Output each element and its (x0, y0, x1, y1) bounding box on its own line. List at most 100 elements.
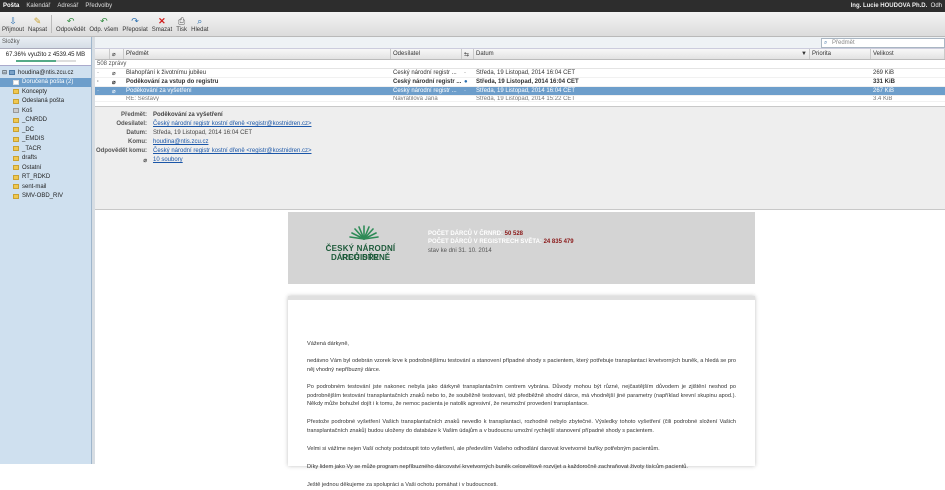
folder-sent[interactable]: Odeslaná pošta (0, 97, 91, 107)
letter-paragraph: Po podrobném testování jste nakonec neby… (307, 384, 736, 408)
registry-logo: ČESKÝ NÁRODNÍ REGISTR DÁRCŮ DŘENĚ (308, 224, 413, 266)
col-flag[interactable] (95, 49, 110, 59)
reply-to-link[interactable]: Český národní registr kostní dřeně <regi… (153, 148, 312, 157)
message-row[interactable]: · ⌀ Poděkování za vstup do registru Česk… (95, 78, 945, 87)
header-reply-to: Odpovědět komu: Český národní registr kos… (95, 148, 312, 157)
inbox-icon (13, 79, 19, 85)
folder-drafts[interactable]: drafts (0, 154, 91, 164)
quota: 67.36% využito z 4539.45 MB (0, 49, 91, 66)
reply-all-icon: ↶ (100, 15, 108, 26)
menu-preferences[interactable]: Předvolby (85, 3, 112, 9)
print-button[interactable]: ⎙ Tisk (176, 16, 187, 33)
folder-other[interactable]: Ostatní (0, 163, 91, 173)
folder-icon (13, 174, 19, 180)
col-attachment[interactable]: ⌀ (110, 49, 124, 59)
letter-paragraph: Velmi si vážíme nejen Vaší ochoty podsto… (307, 446, 660, 452)
toolbar: ⇩ Přijmout ✎ Napsat ↶ Odpovědět ↶ Odp. všem … (0, 12, 945, 37)
col-size[interactable]: Velikost (871, 49, 945, 59)
folder-tacr[interactable]: _TACR (0, 144, 91, 154)
folder-icon (13, 98, 19, 104)
header-from: Odesílatel: Český národní registr kostní … (95, 121, 312, 130)
recipient-link[interactable]: houdina@ntis.zcu.cz (153, 139, 208, 148)
header-date: Datum: Středa, 19 Listopad, 2014 16:04 CE… (126, 130, 253, 136)
folders-header: Složky (0, 37, 91, 49)
search-button[interactable]: ⌕ Hledat (191, 16, 208, 33)
folder-emdis[interactable]: _EMDIS (0, 135, 91, 145)
top-bar: Pošta Kalendář Adresář Předvolby Ing. Lu… (0, 0, 945, 12)
logo-text-line2: DÁRCŮ DŘENĚ (330, 253, 391, 262)
reply-all-button[interactable]: ↶ Odp. všem (89, 16, 118, 33)
col-subject[interactable]: Předmět (124, 49, 391, 59)
menu-calendar[interactable]: Kalendář (26, 3, 50, 9)
compose-button[interactable]: ✎ Napsat (28, 16, 47, 33)
message-count: 508 zprávy (95, 60, 945, 69)
menu-mail[interactable]: Pošta (3, 3, 19, 9)
letter-card: Vážená dárkyně, nedávno Vám byl odebrán … (288, 296, 755, 488)
stat-date: stav ke dni 31. 10. 2014 (428, 248, 492, 254)
search-input[interactable]: ⌕ Předmět (821, 38, 945, 48)
receive-button[interactable]: ⇩ Přijmout (2, 16, 24, 33)
folder-account[interactable]: ⊟ houdina@ntis.zcu.cz (0, 68, 91, 78)
col-date[interactable]: Datum ▼ (474, 49, 810, 59)
message-row-selected[interactable]: · ⌀ Poděkování za vyšetření Český národn… (95, 87, 945, 96)
pencil-icon: ✎ (33, 15, 42, 26)
message-headers: Předmět: Poděkování za vyšetření Odesílat… (95, 106, 945, 210)
reply-button[interactable]: ↶ Odpovědět (56, 16, 85, 33)
letter-paragraph: Díky lidem jako Vy se může program nepří… (307, 464, 688, 470)
folder-icon (13, 89, 19, 95)
forward-icon: ↷ (131, 15, 139, 26)
sort-desc-icon: ▼ (801, 51, 807, 57)
stat-czech-donors: POČET DÁRCŮ V ČRNRD: 50 528 (428, 231, 524, 237)
folder-trash[interactable]: Koš (0, 106, 91, 116)
status-dot-icon: · (464, 70, 466, 76)
folder-dc[interactable]: _DC (0, 125, 91, 135)
quota-bar (15, 60, 76, 62)
col-thread[interactable]: ⇆ (462, 49, 474, 59)
folder-icon (13, 146, 19, 152)
stat-world-donors: POČET DÁRCŮ V REGISTRECH SVĚTA: 24 835 4… (428, 239, 574, 245)
folder-icon (13, 117, 19, 123)
delete-icon: ✕ (158, 15, 166, 26)
folder-icon (13, 184, 19, 190)
sender-link[interactable]: Český národní registr kostní dřeně <regi… (153, 121, 312, 130)
message-row[interactable]: RE: Sestavy Navrátilová Jana Středa, 19 … (95, 96, 945, 102)
folder-icon (13, 127, 19, 133)
forward-button[interactable]: ↷ Přeposlat (122, 16, 147, 33)
status-dot-icon: · (97, 70, 99, 76)
registry-banner: ČESKÝ NÁRODNÍ REGISTR DÁRCŮ DŘENĚ POČET … (288, 212, 755, 284)
folder-inbox[interactable]: Doručená pošta (2) (0, 77, 91, 87)
donor-stats: POČET DÁRCŮ V ČRNRD: 50 528 POČET DÁRCŮ … (428, 231, 574, 254)
quota-text: 67.36% využito z 4539.45 MB (5, 52, 86, 58)
search-row: ⌕ Předmět (95, 37, 945, 49)
folder-icon (13, 155, 19, 161)
sun-logo-icon (349, 225, 379, 240)
delete-button[interactable]: ✕ Smazat (152, 16, 172, 33)
trash-icon (13, 108, 19, 114)
user-name: Ing. Lucie HOUDOVA Ph.D. Odh (850, 3, 942, 9)
col-sender[interactable]: Odesílatel (391, 49, 462, 59)
mailbox-icon (9, 70, 16, 76)
main-pane: ⌕ Předmět ⌀ Předmět Odesílatel ⇆ Datum ▼ P… (95, 37, 945, 488)
folder-rt-rdkd[interactable]: RT_RDKD (0, 173, 91, 183)
folder-sent-mail[interactable]: sent-mail (0, 182, 91, 192)
folder-icon (13, 136, 19, 142)
printer-icon: ⎙ (178, 15, 186, 26)
header-attachments: ⌀ 10 soubory (95, 157, 183, 166)
status-dot-icon: · (97, 79, 99, 85)
folder-smv-obd-riv[interactable]: SMV-OBD_RIV (0, 192, 91, 202)
folder-cnrdd[interactable]: _CNRDD (0, 116, 91, 126)
top-menu: Pošta Kalendář Adresář Předvolby (3, 3, 112, 9)
message-row[interactable]: · ⌀ Blahopřání k životnímu jubileu Český… (95, 69, 945, 78)
paperclip-icon: ⌀ (112, 80, 116, 86)
menu-addressbook[interactable]: Adresář (57, 3, 78, 9)
folder-list: ⊟ houdina@ntis.zcu.cz Doručená pošta (2) … (0, 66, 91, 201)
letter-paragraph: Přestože podrobné vyšetření Vašich trans… (307, 419, 736, 434)
magnifier-icon: ⌕ (197, 15, 203, 26)
letter-greeting: Vážená dárkyně, (307, 341, 349, 347)
col-priority[interactable]: Priorita (810, 49, 871, 59)
header-subject: Předmět: Poděkování za vyšetření (120, 112, 223, 118)
status-dot-icon: · (97, 88, 99, 94)
attachments-link[interactable]: 10 soubory (153, 157, 183, 166)
folder-drafts-cz[interactable]: Koncepty (0, 87, 91, 97)
header-to: Komu: houdina@ntis.zcu.cz (95, 139, 208, 148)
